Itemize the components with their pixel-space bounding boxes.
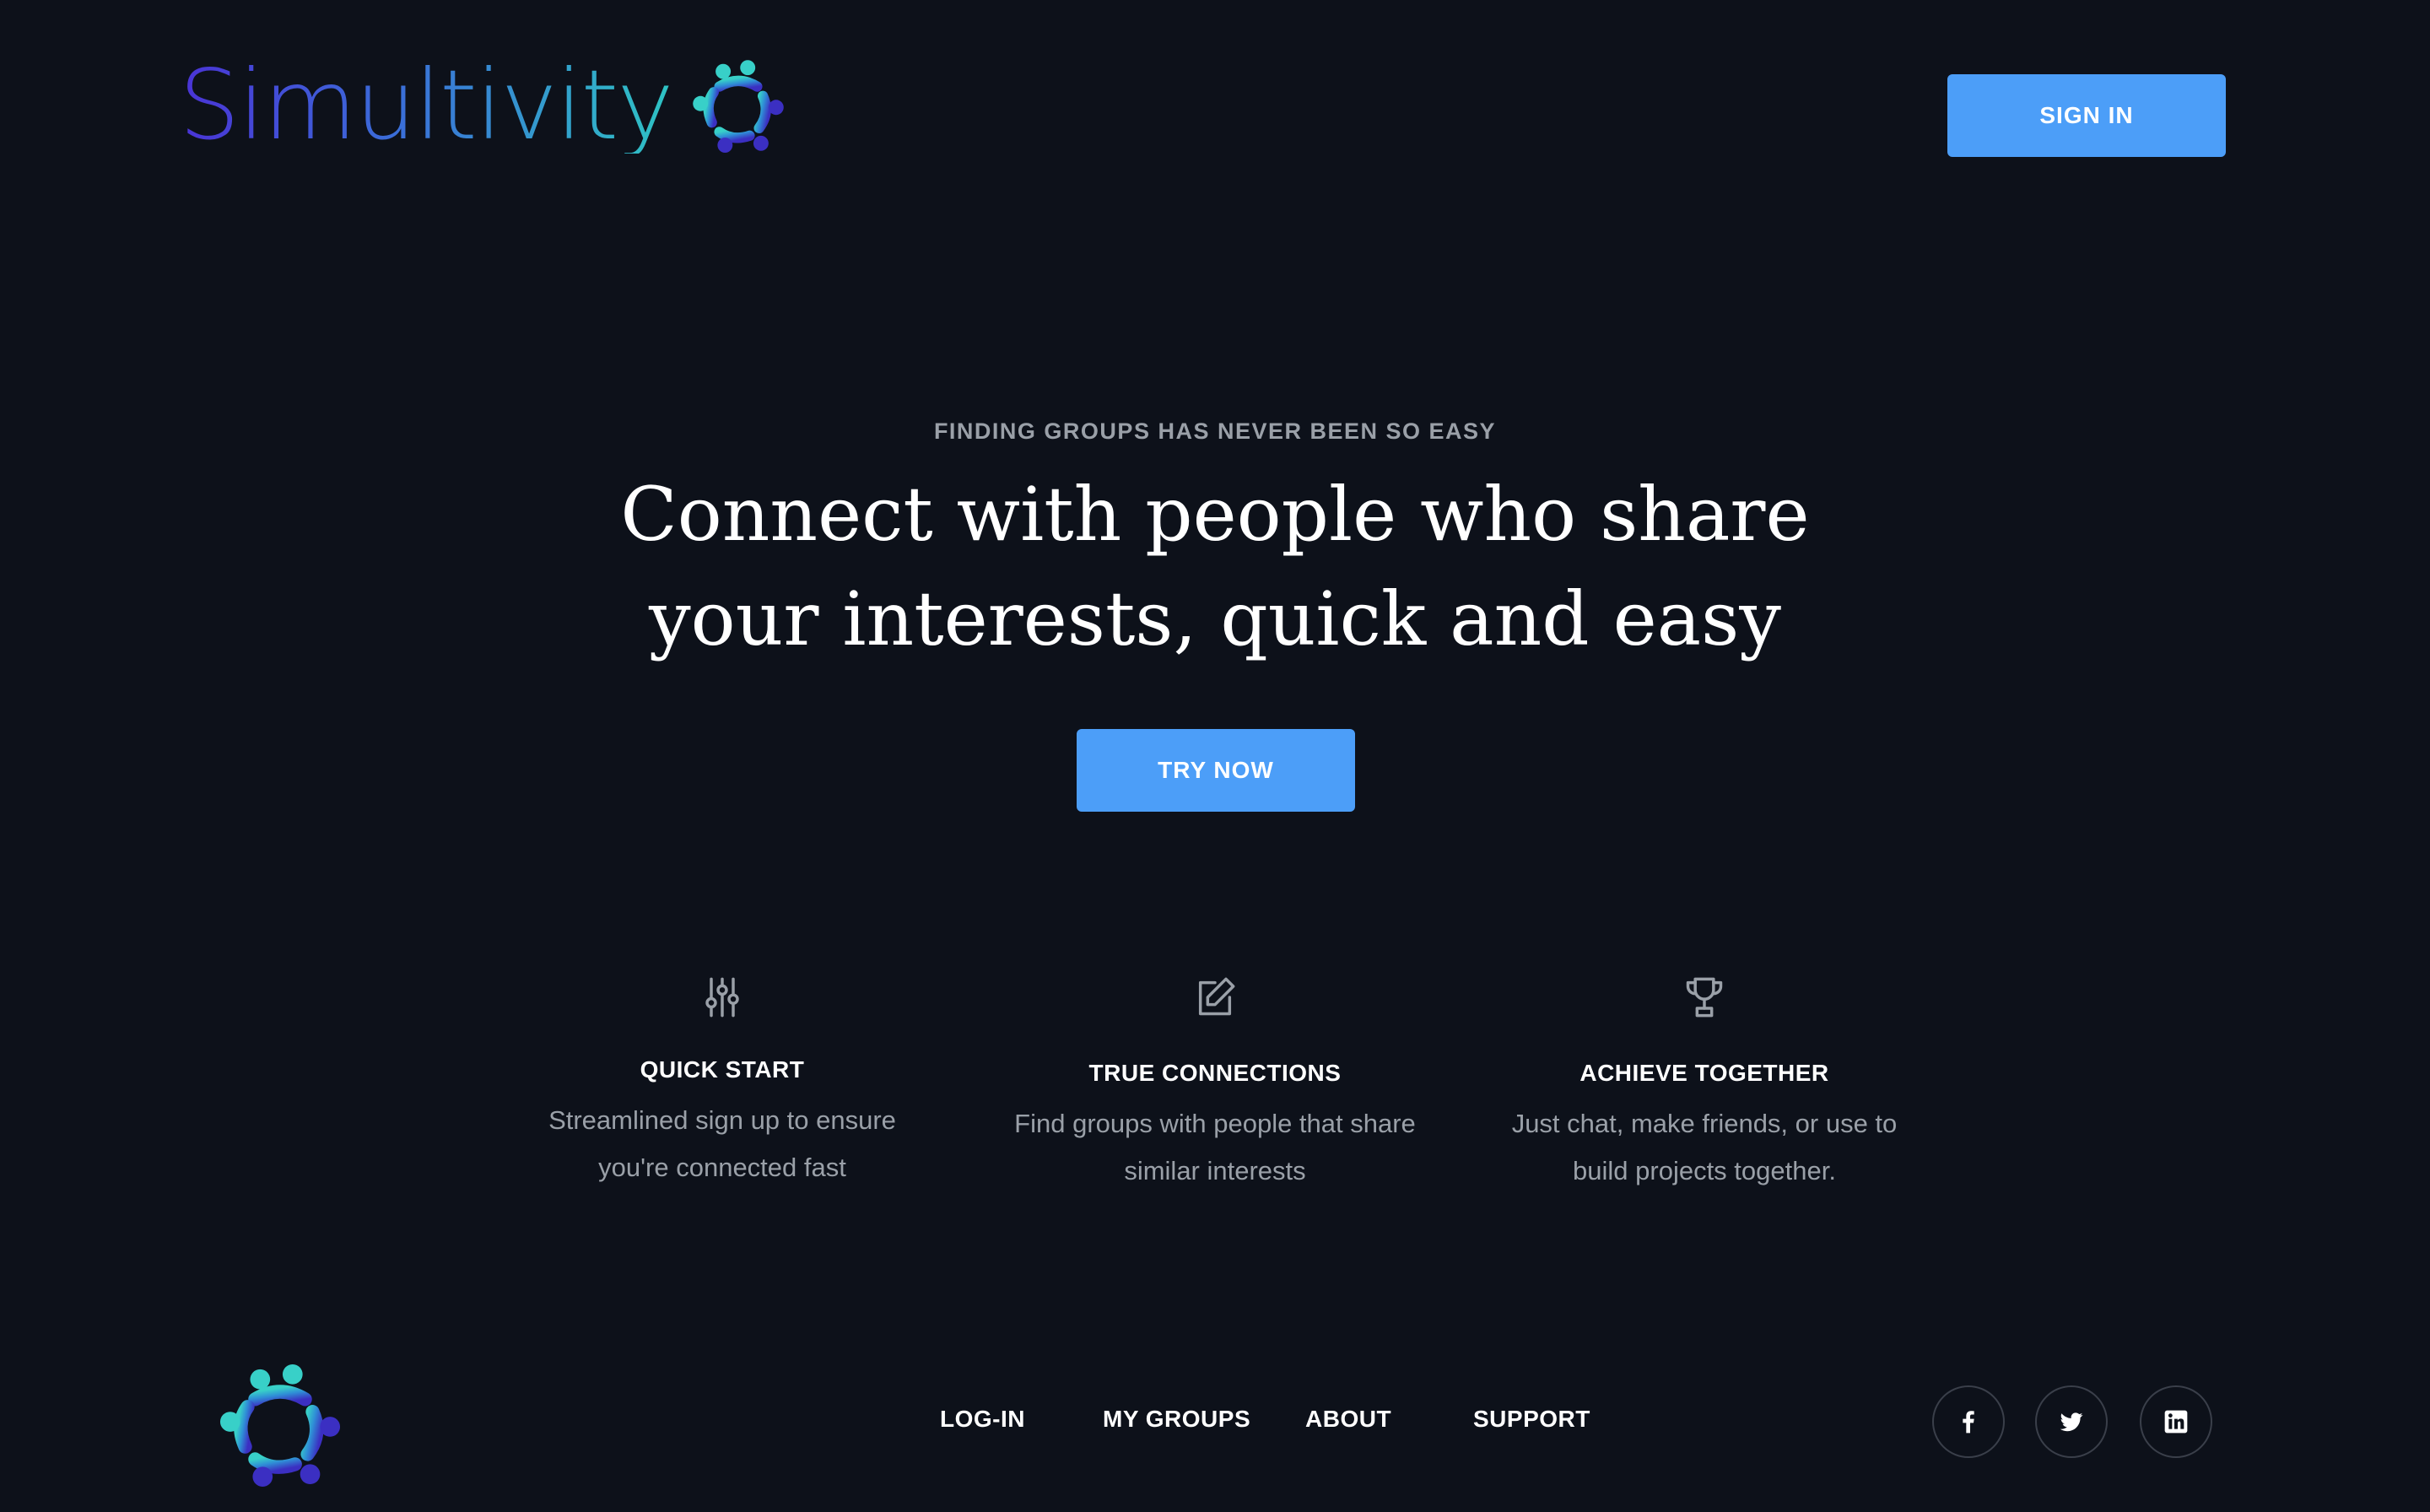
feature-true-connections: TRUE CONNECTIONS Find groups with people… xyxy=(979,975,1451,1195)
hero-eyebrow: FINDING GROUPS HAS NEVER BEEN SO EASY xyxy=(933,418,1497,444)
hero-title-line-2: your interests, quick and easy xyxy=(648,575,1782,662)
landing-page: Simultivity SIGN IN FINDING GROUPS HAS N… xyxy=(0,0,2430,1512)
twitter-button[interactable] xyxy=(2035,1385,2108,1458)
community-emblem-icon xyxy=(692,60,784,153)
hero-title-line-1: Connect with people who share xyxy=(620,471,1810,558)
edit-icon xyxy=(1198,977,1235,1016)
feature-description: Find groups with people that share simil… xyxy=(979,1100,1451,1195)
hero-title: Connect with people who share your inter… xyxy=(540,462,1890,672)
sign-in-button[interactable]: SIGN IN xyxy=(1947,74,2226,157)
trophy-icon xyxy=(1686,977,1723,1018)
try-now-button[interactable]: TRY NOW xyxy=(1077,729,1355,812)
feature-description-line-1: Streamlined sign up to ensure xyxy=(548,1105,896,1135)
feature-title: QUICK START xyxy=(640,1056,805,1083)
linkedin-icon xyxy=(2164,1410,2188,1434)
feature-description-line-2: build projects together. xyxy=(1573,1156,1836,1185)
feature-title: TRUE CONNECTIONS xyxy=(1088,1060,1342,1086)
footer-link-about[interactable]: ABOUT xyxy=(1305,1406,1391,1433)
footer-link-log-in[interactable]: LOG-IN xyxy=(940,1406,1025,1433)
brand-wordmark: Simultivity xyxy=(179,49,674,161)
twitter-icon xyxy=(2060,1412,2083,1432)
feature-description: Streamlined sign up to ensure you're con… xyxy=(486,1097,958,1191)
feature-description-line-2: you're connected fast xyxy=(598,1153,846,1182)
feature-description-line-2: similar interests xyxy=(1124,1156,1306,1185)
brand-logo[interactable]: Simultivity xyxy=(179,57,786,154)
facebook-button[interactable] xyxy=(1932,1385,2005,1458)
footer-link-support[interactable]: SUPPORT xyxy=(1473,1406,1590,1433)
feature-quick-start: QUICK START Streamlined sign up to ensur… xyxy=(486,975,958,1191)
feature-achieve-together: ACHIEVE TOGETHER Just chat, make friends… xyxy=(1468,975,1941,1195)
facebook-icon xyxy=(1963,1411,1974,1434)
feature-title: ACHIEVE TOGETHER xyxy=(1580,1060,1829,1086)
linkedin-button[interactable] xyxy=(2140,1385,2212,1458)
feature-description-line-1: Just chat, make friends, or use to xyxy=(1511,1109,1898,1138)
sliders-icon xyxy=(705,977,739,1018)
feature-description: Just chat, make friends, or use to build… xyxy=(1468,1100,1941,1195)
footer-link-my-groups[interactable]: MY GROUPS xyxy=(1103,1406,1250,1433)
feature-description-line-1: Find groups with people that share xyxy=(1014,1109,1416,1138)
